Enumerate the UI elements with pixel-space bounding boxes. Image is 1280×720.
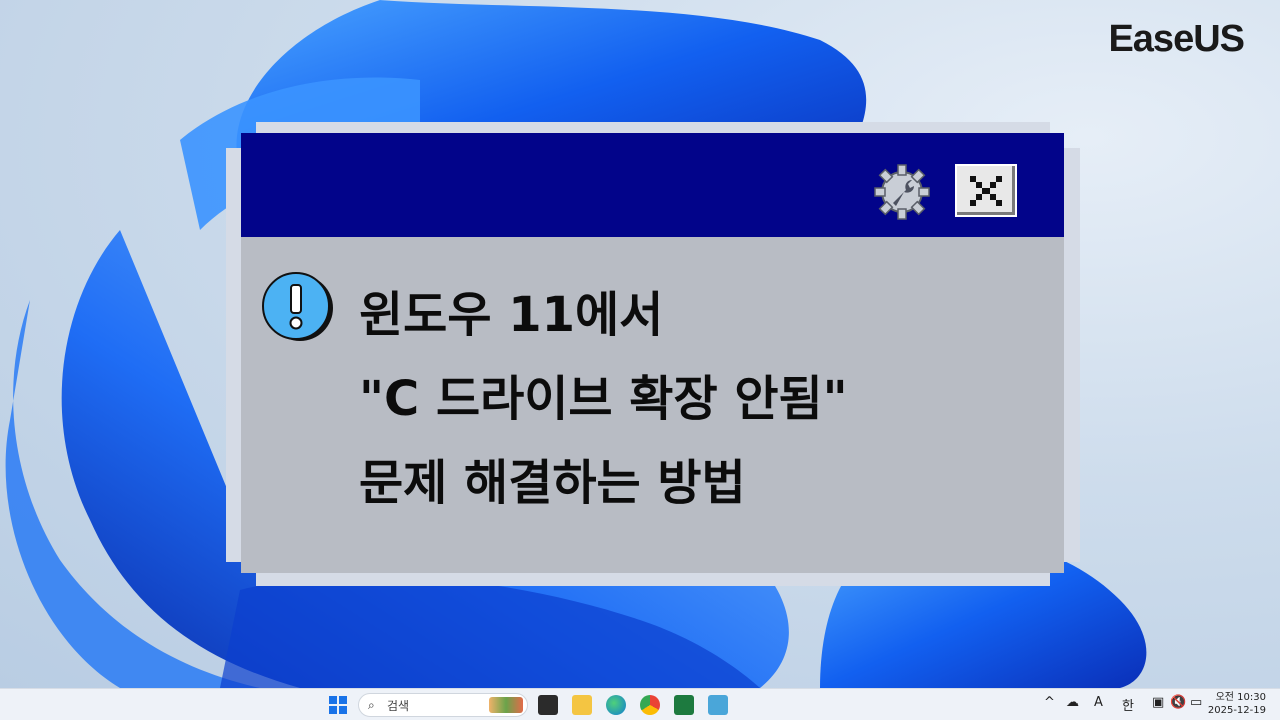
notepad-icon[interactable] — [708, 695, 728, 715]
search-icon: ⌕ — [368, 698, 375, 712]
network-icon[interactable]: ▣ — [1152, 695, 1164, 710]
tray-ime-indicator[interactable]: 한 — [1122, 695, 1134, 714]
volume-icon[interactable]: 🔇 — [1170, 695, 1186, 710]
dialog-titlebar — [241, 133, 1064, 237]
gear-wrench-icon[interactable] — [873, 163, 931, 221]
close-button[interactable] — [955, 164, 1017, 217]
taskbar-clock[interactable]: 오전 10:30 2025-12-19 — [1208, 691, 1266, 717]
clock-date: 2025-12-19 — [1207, 705, 1266, 716]
message-line-3: 문제 해결하는 방법 — [359, 455, 746, 511]
cloud-icon[interactable]: ☁ — [1066, 695, 1079, 710]
chevron-up-icon[interactable]: ^ — [1044, 695, 1055, 710]
close-icon — [970, 176, 1002, 206]
taskbar-search[interactable]: ⌕ 검색 — [358, 693, 528, 717]
taskbar: ⌕ 검색 ^ ☁ A 한 ▣ 🔇 ▭ 오전 10:30 2025-12-19 — [0, 688, 1280, 720]
message-line-1: 윈도우 11에서 — [359, 287, 664, 343]
search-label: 검색 — [387, 699, 410, 713]
search-highlight-icon — [489, 697, 523, 713]
edge-icon[interactable] — [606, 695, 626, 715]
exclamation-icon — [262, 272, 333, 341]
battery-icon[interactable]: ▭ — [1190, 695, 1202, 710]
message-dialog: 윈도우 11에서 "C 드라이브 확장 안됨" 문제 해결하는 방법 — [241, 133, 1064, 573]
file-explorer-icon[interactable] — [572, 695, 592, 715]
dialog-border-right — [1064, 148, 1080, 562]
message-line-2: "C 드라이브 확장 안됨" — [359, 371, 848, 427]
excel-icon[interactable] — [674, 695, 694, 715]
chrome-icon[interactable] — [640, 695, 660, 715]
task-view-icon[interactable] — [538, 695, 558, 715]
clock-time: 오전 10:30 — [1215, 692, 1266, 703]
windows-start-icon[interactable] — [328, 695, 348, 715]
easeus-logo: EaseUS — [1108, 18, 1245, 60]
dialog-border-left — [226, 148, 242, 562]
dialog-message: 윈도우 11에서 "C 드라이브 확장 안됨" 문제 해결하는 방법 — [359, 273, 1039, 525]
tray-font-indicator[interactable]: A — [1094, 695, 1103, 710]
